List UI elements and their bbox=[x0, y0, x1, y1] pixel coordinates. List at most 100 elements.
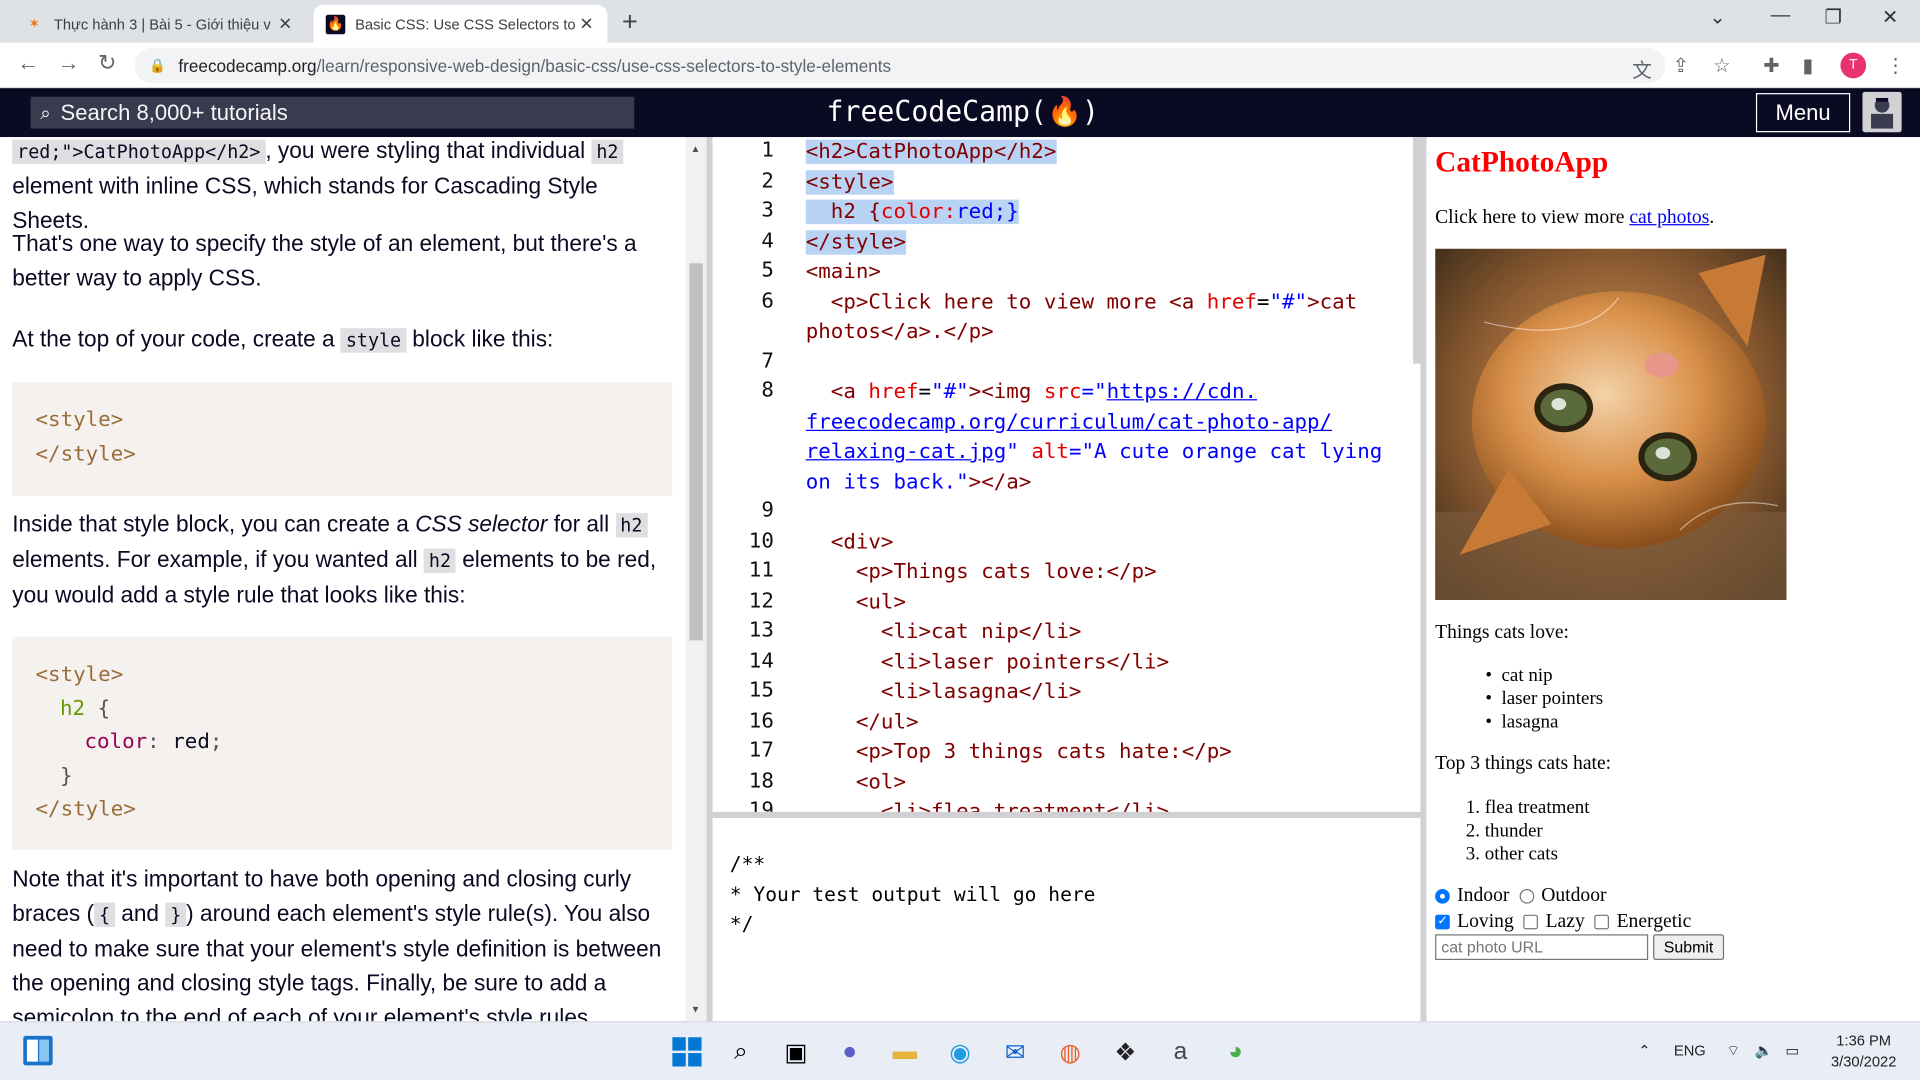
code-line: </style> bbox=[35, 441, 136, 466]
code-link[interactable]: freecodecamp.org/curriculum/cat-photo-ap… bbox=[806, 410, 1332, 434]
instruction-paragraph-5: Note that it's important to have both op… bbox=[12, 862, 673, 1022]
firefox-icon[interactable]: ◍ bbox=[1053, 1035, 1087, 1069]
code-line: <style> bbox=[35, 662, 124, 687]
new-tab-icon[interactable]: + bbox=[622, 6, 638, 38]
scroll-up-arrow-icon[interactable]: ▲ bbox=[691, 143, 701, 154]
editor-line-13: <li>cat nip</li> bbox=[805, 619, 1082, 645]
input-language[interactable]: ENG bbox=[1674, 1042, 1706, 1059]
preview-title: CatPhotoApp bbox=[1435, 146, 1609, 179]
code-text: href bbox=[868, 379, 919, 405]
volume-icon[interactable]: 🔈 bbox=[1755, 1042, 1773, 1059]
chat-icon[interactable]: ● bbox=[833, 1035, 867, 1069]
editor-line-6-wrap: photos</a>.</p> bbox=[805, 319, 994, 345]
lazy-checkbox[interactable] bbox=[1523, 914, 1539, 930]
code-link[interactable]: relaxing-cat.jpg bbox=[806, 440, 1007, 464]
file-explorer-icon[interactable]: ▬ bbox=[888, 1035, 922, 1069]
maximize-icon[interactable]: ❐ bbox=[1825, 5, 1843, 29]
close-tab-icon[interactable]: ✕ bbox=[277, 13, 294, 34]
search-input[interactable]: ⌕ Search 8,000+ tutorials bbox=[30, 96, 635, 129]
submit-button[interactable]: Submit bbox=[1653, 934, 1725, 961]
editor-line-8-wrap-2: relaxing-cat.jpg" alt="A cute orange cat… bbox=[806, 437, 1383, 467]
share-icon[interactable]: ⇪ bbox=[1673, 54, 1689, 78]
line-number: 9 bbox=[761, 498, 774, 523]
browser-tab-1[interactable]: ✶ Thực hành 3 | Bài 5 - Giới thiệu v ✕ bbox=[12, 5, 306, 43]
text: and bbox=[114, 900, 166, 926]
editor-line-5: <main> bbox=[805, 259, 881, 285]
wifi-icon[interactable]: ⌔ bbox=[1727, 1042, 1741, 1060]
editor-line-16: </ul> bbox=[805, 709, 919, 735]
inline-code: { bbox=[94, 902, 115, 927]
line-number: 6 bbox=[761, 288, 774, 313]
code-text: "#" bbox=[931, 379, 969, 405]
code-link[interactable]: https://cdn. bbox=[1107, 380, 1257, 404]
editor-line-14: <li>laser pointers</li> bbox=[805, 649, 1170, 675]
clock[interactable]: 1:36 PM 3/30/2022 bbox=[1812, 1031, 1915, 1073]
edge-icon[interactable]: ◉ bbox=[943, 1035, 977, 1069]
preview-pane: CatPhotoApp Click here to view more cat … bbox=[1426, 137, 1920, 1022]
editor-line-4: </style> bbox=[805, 227, 906, 257]
url-field[interactable]: 🔒 freecodecamp.org/learn/responsive-web-… bbox=[134, 47, 1666, 84]
outdoor-radio[interactable] bbox=[1519, 888, 1534, 904]
fcc-logo[interactable]: freeCodeCamp(🔥) bbox=[827, 96, 1099, 129]
close-window-icon[interactable]: ✕ bbox=[1882, 5, 1898, 29]
line-number: 16 bbox=[748, 708, 774, 733]
sidebar-icon[interactable]: ▮ bbox=[1802, 54, 1813, 78]
close-tab-icon[interactable]: ✕ bbox=[578, 13, 595, 34]
address-bar-row: ← → ↻ 🔒 freecodecamp.org/learn/responsiv… bbox=[0, 42, 1920, 89]
tab-search-chevron-icon[interactable]: ⌄ bbox=[1709, 5, 1725, 29]
more-menu-icon[interactable]: ⋮ bbox=[1886, 54, 1906, 78]
code-editor[interactable]: 1 2 3 4 5 6 7 8 9 10 11 12 13 14 15 16 17 18 19 <h2>CatPho… bbox=[712, 137, 1414, 814]
cat-photo-url-input[interactable]: cat photo URL bbox=[1435, 934, 1649, 961]
hates-label: Top 3 things cats hate: bbox=[1435, 753, 1612, 774]
energetic-checkbox[interactable] bbox=[1594, 914, 1610, 930]
amazon-icon[interactable]: a bbox=[1163, 1035, 1197, 1069]
profile-avatar[interactable]: T bbox=[1840, 52, 1867, 79]
extensions-icon[interactable]: ✚ bbox=[1763, 54, 1779, 78]
test-output-console: /** * Your test output will go here */ bbox=[712, 817, 1421, 1022]
minimize-icon[interactable]: — bbox=[1771, 5, 1791, 27]
forward-icon[interactable]: → bbox=[58, 50, 80, 76]
editor-line-18: <ol> bbox=[805, 769, 906, 795]
list-item: • laser pointers bbox=[1485, 688, 1604, 709]
code-text: =" bbox=[1081, 379, 1107, 405]
editor-scrollbar-thumb[interactable] bbox=[1413, 137, 1421, 364]
user-avatar[interactable] bbox=[1862, 91, 1902, 133]
clock-time: 1:36 PM bbox=[1836, 1032, 1892, 1050]
back-icon[interactable]: ← bbox=[17, 50, 39, 76]
line-number: 7 bbox=[761, 348, 774, 373]
code-text: h2 { bbox=[805, 199, 881, 225]
translate-icon[interactable]: 文 bbox=[1632, 54, 1652, 83]
loving-checkbox[interactable]: ✓ bbox=[1435, 914, 1450, 930]
fcc-navbar: ⌕ Search 8,000+ tutorials freeCodeCamp(🔥… bbox=[0, 88, 1920, 138]
reload-icon[interactable]: ↻ bbox=[98, 50, 116, 76]
bookmark-star-icon[interactable]: ☆ bbox=[1713, 54, 1731, 78]
console-line: /** bbox=[729, 852, 766, 876]
task-view-icon[interactable]: ▣ bbox=[779, 1035, 813, 1069]
tray-chevron-icon[interactable]: ⌃ bbox=[1638, 1042, 1650, 1059]
menu-button[interactable]: Menu bbox=[1755, 93, 1851, 133]
cat-photos-link[interactable]: cat photos bbox=[1629, 207, 1709, 228]
code-text: "#" bbox=[1269, 289, 1308, 315]
line-number: 13 bbox=[748, 618, 774, 643]
line-number: 2 bbox=[761, 168, 774, 193]
list-item-text: lasagna bbox=[1501, 711, 1559, 733]
instructions-scrollbar-thumb[interactable] bbox=[689, 263, 703, 641]
mail-icon[interactable]: ✉ bbox=[998, 1035, 1032, 1069]
dropbox-icon[interactable]: ❖ bbox=[1108, 1035, 1142, 1069]
windows-taskbar: ⌕ ▣ ● ▬ ◉ ✉ ◍ ❖ a ◕ ⌃ ENG ⌔ 🔈 ▭ 1:36 PM … bbox=[0, 1021, 1920, 1080]
line-number: 3 bbox=[761, 198, 774, 223]
battery-icon[interactable]: ▭ bbox=[1785, 1042, 1799, 1059]
code-text: href bbox=[1206, 289, 1257, 315]
search-icon[interactable]: ⌕ bbox=[724, 1035, 758, 1069]
scroll-down-arrow-icon[interactable]: ▼ bbox=[691, 1004, 701, 1015]
start-windows-icon[interactable] bbox=[670, 1035, 704, 1069]
list-item-text: other cats bbox=[1484, 843, 1558, 865]
code-block-2: <style> h2 { color: red; } </style> bbox=[12, 636, 673, 850]
indoor-radio[interactable] bbox=[1435, 888, 1450, 904]
chrome-icon[interactable]: ◕ bbox=[1218, 1035, 1252, 1069]
line-number: 12 bbox=[748, 588, 774, 613]
cat-photo-image[interactable] bbox=[1435, 248, 1787, 601]
widgets-icon[interactable] bbox=[21, 1033, 55, 1067]
browser-tab-2-active[interactable]: 🔥 Basic CSS: Use CSS Selectors to S ✕ bbox=[313, 4, 608, 43]
editor-line-2: <style> bbox=[805, 167, 893, 197]
